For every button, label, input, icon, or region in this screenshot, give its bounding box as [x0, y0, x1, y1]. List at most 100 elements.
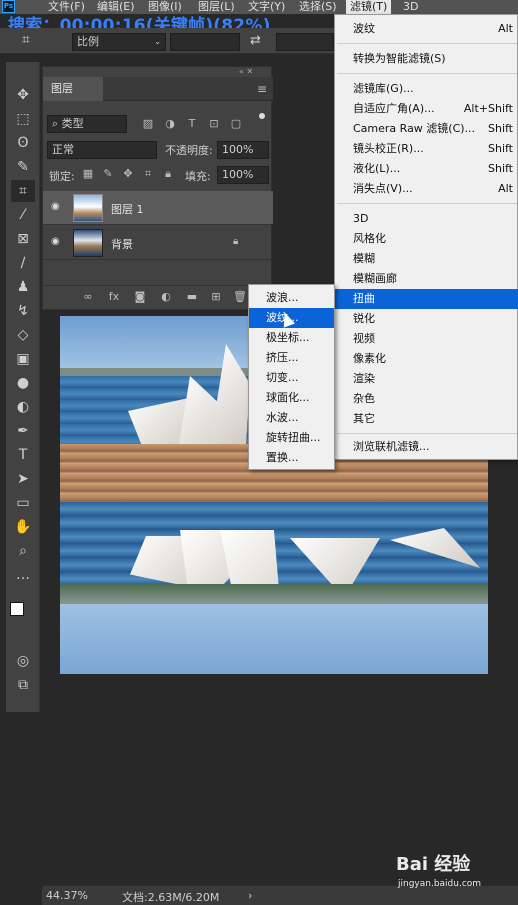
ratio-select[interactable]: 比例 ⌄: [72, 33, 166, 51]
lock-all-icon[interactable]: 🔒︎: [161, 167, 175, 181]
menu-item-adaptive-wide[interactable]: 自适应广角(A)... Alt+Shift: [335, 99, 518, 119]
layer-row[interactable]: ◉ 图层 1: [43, 191, 273, 225]
menu-item-other[interactable]: 其它: [335, 409, 518, 429]
menu-item-sharpen[interactable]: 锐化: [335, 309, 518, 329]
menu-item-label: 其它: [353, 412, 375, 425]
menu-item-blur-gallery[interactable]: 模糊画廊: [335, 269, 518, 289]
layer-filter-select[interactable]: ⌕ 类型: [47, 115, 127, 133]
submenu-item-polar-coordinates[interactable]: 极坐标...: [249, 328, 334, 348]
menu-item-liquify[interactable]: 液化(L)... Shift: [335, 159, 518, 179]
menu-item-camera-raw[interactable]: Camera Raw 滤镜(C)... Shift: [335, 119, 518, 139]
eyedropper-icon[interactable]: ⁄: [11, 204, 35, 226]
foreground-color-swatch[interactable]: [10, 602, 24, 616]
lock-transparent-icon[interactable]: ▦: [81, 167, 95, 181]
opacity-label: 不透明度:: [165, 144, 213, 157]
submenu-item-displace[interactable]: 置换...: [249, 448, 334, 468]
menu-item-shortcut: Alt: [498, 182, 513, 195]
filter-toggle[interactable]: [259, 113, 265, 119]
fill-field[interactable]: 100%: [217, 166, 269, 184]
group-icon[interactable]: ▬: [185, 290, 199, 304]
submenu-item-wave[interactable]: 波浪...: [249, 288, 334, 308]
tab-layers[interactable]: 图层: [43, 77, 103, 101]
eraser-icon[interactable]: ◇: [11, 324, 35, 346]
submenu-item-pinch[interactable]: 挤压...: [249, 348, 334, 368]
menu-filter[interactable]: 滤镜(T): [346, 0, 392, 14]
menu-3d[interactable]: 3D: [403, 0, 418, 14]
menu-item-3d[interactable]: 3D: [335, 209, 518, 229]
menu-item-blur[interactable]: 模糊: [335, 249, 518, 269]
frame-icon[interactable]: ⊠: [11, 228, 35, 250]
panel-collapse-icon[interactable]: « ✕: [239, 67, 269, 77]
menu-item-video[interactable]: 视频: [335, 329, 518, 349]
adjustment-icon[interactable]: ◐: [159, 290, 173, 304]
filter-type-icon[interactable]: T: [185, 117, 199, 131]
pen-icon[interactable]: ✒: [11, 420, 35, 442]
panel-menu-icon[interactable]: ≡: [257, 82, 267, 96]
layer-thumbnail: [73, 194, 103, 222]
crop-tool-icon[interactable]: ⌗: [22, 32, 44, 50]
type-icon[interactable]: T: [11, 444, 35, 466]
mask-icon[interactable]: ◙: [133, 290, 147, 304]
filter-pixel-icon[interactable]: ▨: [141, 117, 155, 131]
menu-item-render[interactable]: 渲染: [335, 369, 518, 389]
lock-artboard-icon[interactable]: ⌗: [141, 167, 155, 181]
menu-item-browse-online[interactable]: 浏览联机滤镜...: [335, 437, 518, 457]
opacity-field[interactable]: 100%: [217, 141, 269, 159]
history-brush-icon[interactable]: ↯: [11, 300, 35, 322]
crop-icon[interactable]: ⌗: [11, 180, 35, 202]
stamp-icon[interactable]: ♟: [11, 276, 35, 298]
menu-select[interactable]: 选择(S): [299, 0, 337, 14]
rectangle-icon[interactable]: ▭: [11, 492, 35, 514]
menu-item-stylize[interactable]: 风格化: [335, 229, 518, 249]
baidu-watermark-url: jingyan.baidu.com: [398, 879, 482, 889]
canvas-skyline-reflection: [60, 584, 488, 604]
menu-item-lens-correction[interactable]: 镜头校正(R)... Shift: [335, 139, 518, 159]
lasso-icon[interactable]: ʘ: [11, 132, 35, 154]
width-field[interactable]: [170, 33, 240, 51]
zoom-level[interactable]: 44.37%: [46, 889, 88, 902]
more-icon[interactable]: …: [11, 564, 35, 586]
quick-mask-icon[interactable]: ◎: [11, 650, 35, 672]
lock-position-icon[interactable]: ✥: [121, 167, 135, 181]
dodge-icon[interactable]: ◐: [11, 396, 35, 418]
path-select-icon[interactable]: ➤: [11, 468, 35, 490]
new-layer-icon[interactable]: ⊞: [209, 290, 223, 304]
menu-item-smart-filter[interactable]: 转换为智能滤镜(S): [335, 49, 518, 69]
layer-row[interactable]: ◉ 背景 🔒︎: [43, 226, 273, 260]
menu-item-label: 波纹: [353, 22, 375, 35]
trash-icon[interactable]: 🗑︎: [233, 290, 247, 304]
marquee-icon[interactable]: ⬚: [11, 108, 35, 130]
filter-adjust-icon[interactable]: ◑: [163, 117, 177, 131]
menu-item-pixelate[interactable]: 像素化: [335, 349, 518, 369]
move-icon[interactable]: ✥: [11, 84, 35, 106]
eye-icon[interactable]: ◉: [51, 202, 63, 212]
swap-icon[interactable]: ⇄: [250, 33, 268, 51]
gradient-icon[interactable]: ▣: [11, 348, 35, 370]
eye-icon[interactable]: ◉: [51, 237, 63, 247]
submenu-item-shear[interactable]: 切变...: [249, 368, 334, 388]
submenu-item-spherize[interactable]: 球面化...: [249, 388, 334, 408]
brush-icon[interactable]: ∕: [11, 252, 35, 274]
menu-item-noise[interactable]: 杂色: [335, 389, 518, 409]
menu-item-label: 3D: [353, 212, 369, 225]
hand-icon[interactable]: ✋: [11, 516, 35, 538]
blend-mode-select[interactable]: 正常: [47, 141, 157, 159]
link-icon[interactable]: ∞: [81, 290, 95, 304]
menu-item-filter-gallery[interactable]: 滤镜库(G)...: [335, 79, 518, 99]
screen-mode-icon[interactable]: ⧉: [11, 674, 35, 696]
fx-icon[interactable]: fx: [107, 290, 121, 304]
filter-smart-icon[interactable]: ▢: [229, 117, 243, 131]
submenu-item-twirl[interactable]: 旋转扭曲...: [249, 428, 334, 448]
status-arrow-icon[interactable]: ›: [248, 889, 252, 902]
submenu-item-zigzag[interactable]: 水波...: [249, 408, 334, 428]
filter-shape-icon[interactable]: ⊡: [207, 117, 221, 131]
menu-item-ripple-last[interactable]: 波纹 Alt: [335, 19, 518, 39]
canvas-sky-reflection: [60, 604, 488, 674]
lock-pixels-icon[interactable]: ✎: [101, 167, 115, 181]
quick-select-icon[interactable]: ✎: [11, 156, 35, 178]
height-field[interactable]: [276, 33, 334, 51]
blur-icon[interactable]: ●: [11, 372, 35, 394]
zoom-icon[interactable]: ⌕: [11, 540, 35, 562]
menu-item-vanishing-point[interactable]: 消失点(V)... Alt: [335, 179, 518, 199]
menu-item-distort[interactable]: 扭曲: [335, 289, 518, 309]
